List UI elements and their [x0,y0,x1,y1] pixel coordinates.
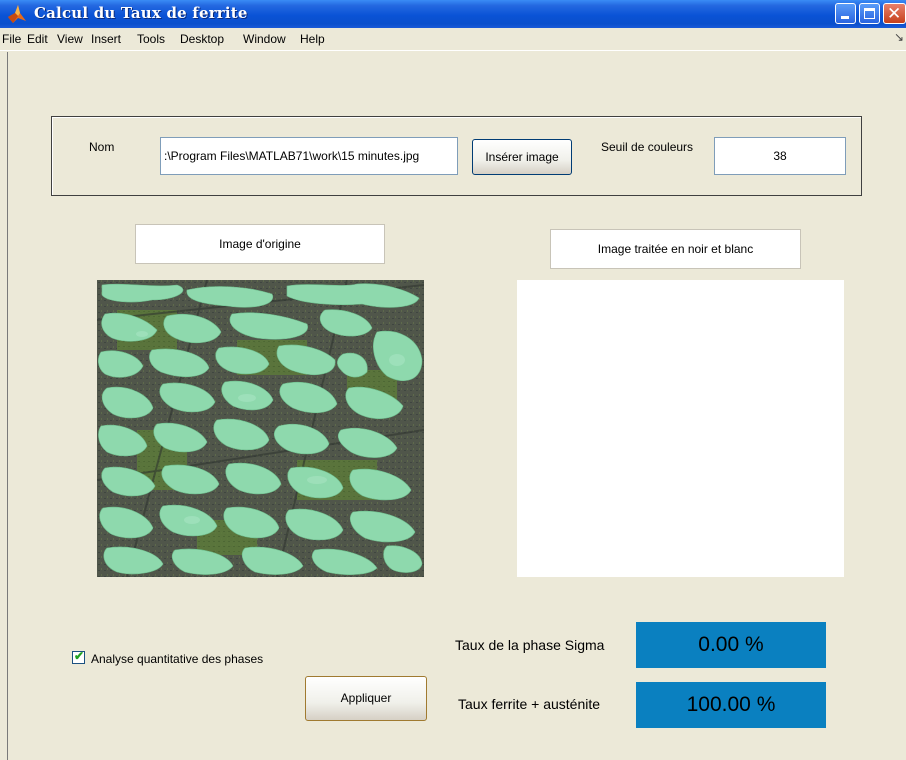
ferrite-value: 100.00 % [636,682,826,728]
apply-button[interactable]: Appliquer [305,676,427,721]
menu-desktop[interactable]: Desktop [180,32,224,46]
original-image-title: Image d'origine [135,224,385,264]
analysis-checkbox-label: Analyse quantitative des phases [91,652,264,666]
ferrite-label: Taux ferrite + austénite [458,696,601,712]
toolbar-overflow-icon[interactable]: ↘ [894,30,904,44]
sigma-label: Taux de la phase Sigma [455,637,605,653]
menu-bar: File Edit View Insert Tools Desktop Wind… [0,28,906,51]
nom-label: Nom [89,140,115,154]
window-title: Calcul du Taux de ferrite [34,4,248,22]
maximize-button[interactable] [859,3,880,24]
menu-window[interactable]: Window [243,32,286,46]
window-left-edge [7,52,8,760]
matlab-logo-icon [8,5,26,23]
insert-image-button[interactable]: Insérer image [472,139,572,175]
close-icon: ✕ [887,4,902,24]
maximize-icon [864,8,875,19]
menu-edit[interactable]: Edit [27,32,48,46]
processed-image-title: Image traitée en noir et blanc [550,229,801,269]
checkmark-icon: ✔ [74,649,85,663]
close-button[interactable]: ✕ [883,3,906,24]
file-path-field[interactable]: :\Program Files\MATLAB71\work\15 minutes… [160,137,458,175]
seuil-field[interactable]: 38 [714,137,846,175]
menu-tools[interactable]: Tools [137,32,165,46]
original-image [97,280,424,577]
menu-help[interactable]: Help [300,32,325,46]
minimize-icon [841,16,849,19]
menu-file[interactable]: File [2,32,21,46]
menu-view[interactable]: View [57,32,83,46]
sigma-value: 0.00 % [636,622,826,668]
menu-insert[interactable]: Insert [91,32,121,46]
analysis-checkbox[interactable]: ✔ [72,649,85,664]
title-bar: Calcul du Taux de ferrite ✕ [0,0,906,28]
processed-image [517,280,844,577]
seuil-label: Seuil de couleurs [601,140,694,154]
minimize-button[interactable] [835,3,856,24]
